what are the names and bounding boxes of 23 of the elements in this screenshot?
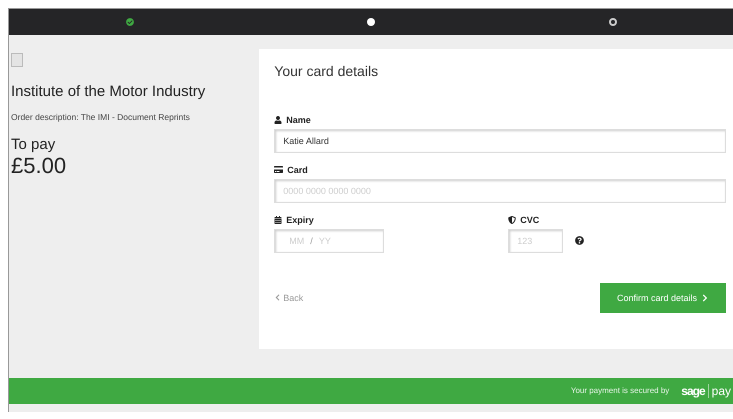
- back-link[interactable]: Back: [274, 292, 304, 303]
- order-description: Order description: The IMI - Document Reprints: [11, 112, 191, 122]
- form-title: Your card details: [274, 62, 380, 79]
- card-icon: [274, 165, 284, 174]
- name-label: Name: [286, 114, 311, 125]
- shield-icon: [508, 216, 516, 224]
- chevron-left-icon: [274, 294, 282, 302]
- cvc-label: CVC: [520, 214, 540, 225]
- help-icon[interactable]: [575, 236, 584, 246]
- confirm-button[interactable]: Confirm card details: [600, 282, 726, 313]
- to-pay-label: To pay: [11, 136, 56, 153]
- broken-image-icon: [11, 52, 23, 67]
- amount: £5.00: [11, 152, 68, 179]
- user-icon: [274, 116, 282, 124]
- chevron-right-icon: [701, 294, 710, 302]
- expiry-label: Expiry: [286, 214, 314, 225]
- calendar-icon: [274, 216, 282, 224]
- name-input[interactable]: Katie Allard: [274, 128, 726, 153]
- logo-text: sage: [681, 384, 705, 398]
- security-text: Your payment is secured by: [570, 386, 670, 396]
- card-label: Card: [287, 164, 308, 175]
- logo-text: pay: [712, 384, 731, 398]
- merchant-name: Institute of the Motor Industry: [11, 82, 206, 100]
